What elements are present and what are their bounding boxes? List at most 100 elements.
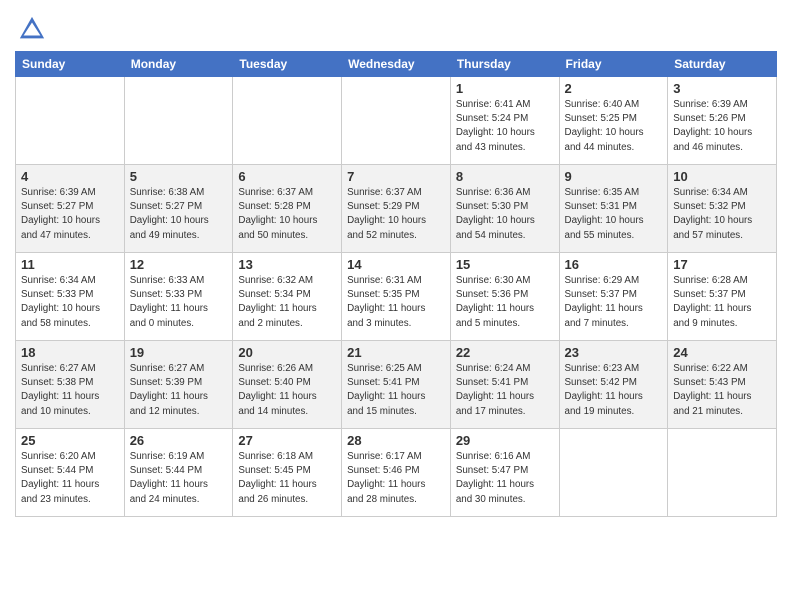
day-number: 24 [673,345,771,360]
day-info: Sunrise: 6:22 AM Sunset: 5:43 PM Dayligh… [673,362,771,419]
calendar-cell: 11 Sunrise: 6:34 AM Sunset: 5:33 PM Dayli… [16,253,125,341]
day-info: Sunrise: 6:17 AM Sunset: 5:46 PM Dayligh… [347,450,445,507]
calendar-cell: 19Sunrise: 6:27 AM Sunset: 5:39 PM Dayli… [124,341,233,429]
calendar-cell: 23 Sunrise: 6:23 AM Sunset: 5:42 PM Dayli… [559,341,668,429]
calendar-cell: 8 Sunrise: 6:36 AM Sunset: 5:30 PM Daylig… [450,165,559,253]
calendar-cell: 1 Sunrise: 6:41 AM Sunset: 5:24 PM Daylig… [450,77,559,165]
day-info: Sunrise: 6:18 AM Sunset: 5:45 PM Dayligh… [238,450,336,507]
calendar-week-row: 11 Sunrise: 6:34 AM Sunset: 5:33 PM Dayli… [16,253,777,341]
calendar-week-row: 18 Sunrise: 6:27 AM Sunset: 5:38 PM Dayli… [16,341,777,429]
weekday-header: Monday [124,52,233,77]
calendar-cell: 18 Sunrise: 6:27 AM Sunset: 5:38 PM Dayli… [16,341,125,429]
day-number: 1 [456,81,554,96]
day-number: 17 [673,257,771,272]
calendar-cell: 5 Sunrise: 6:38 AM Sunset: 5:27 PM Daylig… [124,165,233,253]
weekday-header: Wednesday [342,52,451,77]
calendar-week-row: 1 Sunrise: 6:41 AM Sunset: 5:24 PM Daylig… [16,77,777,165]
calendar-cell: 29Sunrise: 6:16 AM Sunset: 5:47 PM Dayli… [450,429,559,517]
calendar-cell: 4 Sunrise: 6:39 AM Sunset: 5:27 PM Daylig… [16,165,125,253]
day-number: 29 [456,433,554,448]
calendar-cell: 24 Sunrise: 6:22 AM Sunset: 5:43 PM Dayli… [668,341,777,429]
day-info: Sunrise: 6:32 AM Sunset: 5:34 PM Dayligh… [238,274,336,331]
day-info: Sunrise: 6:38 AM Sunset: 5:27 PM Dayligh… [130,186,228,243]
calendar-cell: 28 Sunrise: 6:17 AM Sunset: 5:46 PM Dayli… [342,429,451,517]
day-info: Sunrise: 6:34 AM Sunset: 5:32 PM Dayligh… [673,186,771,243]
day-number: 21 [347,345,445,360]
day-info: Sunrise: 6:40 AM Sunset: 5:25 PM Dayligh… [565,98,663,155]
day-number: 28 [347,433,445,448]
day-number: 23 [565,345,663,360]
calendar-cell: 2 Sunrise: 6:40 AM Sunset: 5:25 PM Daylig… [559,77,668,165]
calendar-cell: 3 Sunrise: 6:39 AM Sunset: 5:26 PM Daylig… [668,77,777,165]
day-number: 27 [238,433,336,448]
calendar-cell: 20Sunrise: 6:26 AM Sunset: 5:40 PM Dayli… [233,341,342,429]
day-info: Sunrise: 6:39 AM Sunset: 5:26 PM Dayligh… [673,98,771,155]
day-number: 16 [565,257,663,272]
day-number: 19 [130,345,228,360]
calendar-cell: 21 Sunrise: 6:25 AM Sunset: 5:41 PM Dayli… [342,341,451,429]
day-number: 2 [565,81,663,96]
day-number: 3 [673,81,771,96]
weekday-header: Sunday [16,52,125,77]
calendar-cell: 26 Sunrise: 6:19 AM Sunset: 5:44 PM Dayli… [124,429,233,517]
day-number: 22 [456,345,554,360]
logo [15,15,46,43]
calendar-cell: 17 Sunrise: 6:28 AM Sunset: 5:37 PM Dayli… [668,253,777,341]
calendar-cell [342,77,451,165]
day-number: 9 [565,169,663,184]
weekday-header: Saturday [668,52,777,77]
day-number: 5 [130,169,228,184]
calendar-cell: 13 Sunrise: 6:32 AM Sunset: 5:34 PM Dayli… [233,253,342,341]
calendar-cell: 9 Sunrise: 6:35 AM Sunset: 5:31 PM Daylig… [559,165,668,253]
day-number: 18 [21,345,119,360]
day-info: Sunrise: 6:24 AM Sunset: 5:41 PM Dayligh… [456,362,554,419]
day-number: 25 [21,433,119,448]
day-info: Sunrise: 6:36 AM Sunset: 5:30 PM Dayligh… [456,186,554,243]
logo-icon [18,15,46,43]
calendar-cell: 25 Sunrise: 6:20 AM Sunset: 5:44 PM Dayli… [16,429,125,517]
day-number: 12 [130,257,228,272]
day-number: 7 [347,169,445,184]
day-info: Sunrise: 6:37 AM Sunset: 5:28 PM Dayligh… [238,186,336,243]
calendar-cell [233,77,342,165]
calendar-cell [16,77,125,165]
calendar-cell: 27 Sunrise: 6:18 AM Sunset: 5:45 PM Dayli… [233,429,342,517]
calendar-cell: 15Sunrise: 6:30 AM Sunset: 5:36 PM Dayli… [450,253,559,341]
day-info: Sunrise: 6:37 AM Sunset: 5:29 PM Dayligh… [347,186,445,243]
calendar-cell: 6 Sunrise: 6:37 AM Sunset: 5:28 PM Daylig… [233,165,342,253]
calendar-cell [668,429,777,517]
calendar-week-row: 4 Sunrise: 6:39 AM Sunset: 5:27 PM Daylig… [16,165,777,253]
calendar-cell: 14Sunrise: 6:31 AM Sunset: 5:35 PM Dayli… [342,253,451,341]
calendar-cell: 10 Sunrise: 6:34 AM Sunset: 5:32 PM Dayli… [668,165,777,253]
day-number: 26 [130,433,228,448]
weekday-header: Tuesday [233,52,342,77]
calendar-cell: 16Sunrise: 6:29 AM Sunset: 5:37 PM Dayli… [559,253,668,341]
calendar-cell: 22 Sunrise: 6:24 AM Sunset: 5:41 PM Dayli… [450,341,559,429]
day-info: Sunrise: 6:20 AM Sunset: 5:44 PM Dayligh… [21,450,119,507]
day-info: Sunrise: 6:30 AM Sunset: 5:36 PM Dayligh… [456,274,554,331]
day-info: Sunrise: 6:25 AM Sunset: 5:41 PM Dayligh… [347,362,445,419]
calendar-cell: 12Sunrise: 6:33 AM Sunset: 5:33 PM Dayli… [124,253,233,341]
day-info: Sunrise: 6:34 AM Sunset: 5:33 PM Dayligh… [21,274,119,331]
day-info: Sunrise: 6:28 AM Sunset: 5:37 PM Dayligh… [673,274,771,331]
day-info: Sunrise: 6:41 AM Sunset: 5:24 PM Dayligh… [456,98,554,155]
calendar-cell [124,77,233,165]
day-info: Sunrise: 6:19 AM Sunset: 5:44 PM Dayligh… [130,450,228,507]
day-info: Sunrise: 6:35 AM Sunset: 5:31 PM Dayligh… [565,186,663,243]
day-info: Sunrise: 6:23 AM Sunset: 5:42 PM Dayligh… [565,362,663,419]
day-info: Sunrise: 6:39 AM Sunset: 5:27 PM Dayligh… [21,186,119,243]
day-number: 6 [238,169,336,184]
calendar-cell: 7 Sunrise: 6:37 AM Sunset: 5:29 PM Daylig… [342,165,451,253]
calendar-header-row: SundayMondayTuesdayWednesdayThursdayFrid… [16,52,777,77]
calendar-week-row: 25 Sunrise: 6:20 AM Sunset: 5:44 PM Dayli… [16,429,777,517]
day-number: 8 [456,169,554,184]
day-number: 11 [21,257,119,272]
calendar-table: SundayMondayTuesdayWednesdayThursdayFrid… [15,51,777,517]
day-number: 13 [238,257,336,272]
weekday-header: Friday [559,52,668,77]
day-number: 10 [673,169,771,184]
day-number: 14 [347,257,445,272]
weekday-header: Thursday [450,52,559,77]
day-info: Sunrise: 6:27 AM Sunset: 5:38 PM Dayligh… [21,362,119,419]
day-number: 4 [21,169,119,184]
